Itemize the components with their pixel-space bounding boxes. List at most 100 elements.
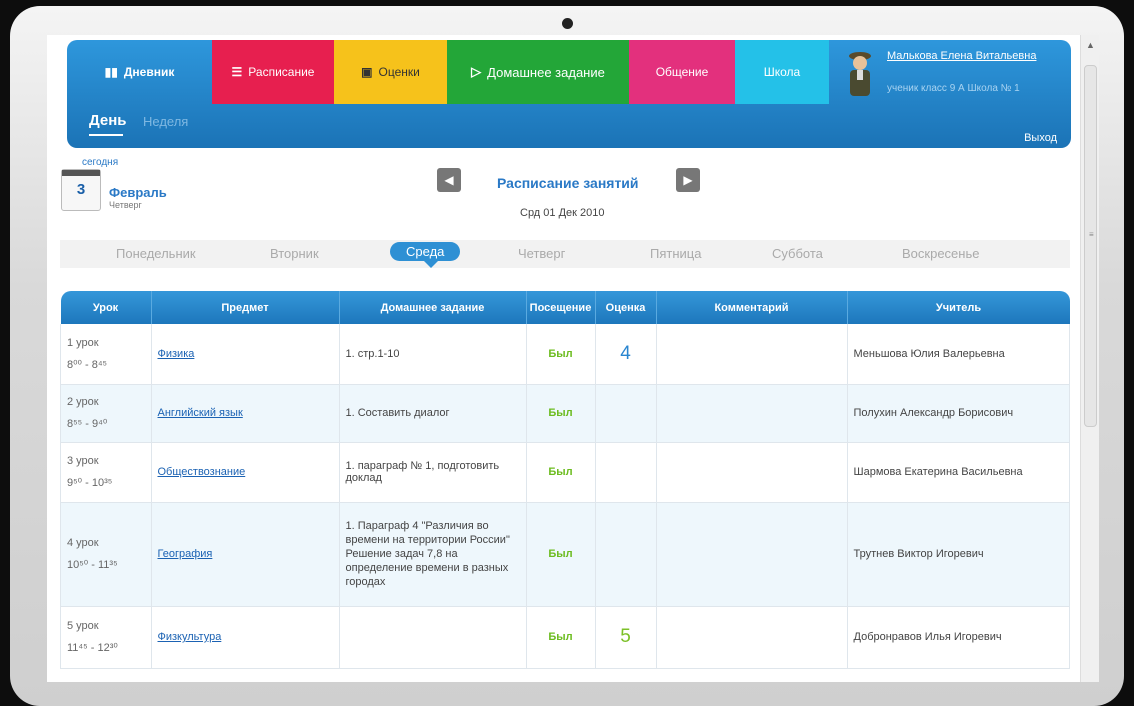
tab-sunday[interactable]: Воскресенье [902, 246, 979, 261]
grade-cell [594, 502, 657, 607]
calendar-month: Февраль [109, 185, 167, 200]
camera-icon [562, 18, 573, 29]
grades-icon: ▣ [361, 65, 373, 79]
user-info: ученик класс 9 А Школа № 1 [887, 83, 1020, 94]
comment-cell [655, 442, 848, 503]
subject-link[interactable]: Обществознание [158, 466, 246, 478]
lesson-cell: 1 урок 8⁰⁰ - 8⁴⁵ [60, 324, 152, 385]
subject-link[interactable]: География [158, 548, 213, 560]
tab-diary[interactable]: ▮▮ Дневник [67, 40, 212, 104]
today-link[interactable]: сегодня [82, 157, 118, 168]
teacher-cell: Добронравов Илья Игоревич [846, 606, 1070, 669]
tab-grades[interactable]: ▣ Оценки [334, 40, 447, 104]
schedule-date: Срд 01 Дек 2010 [520, 207, 605, 219]
homework-icon: ▷ [471, 64, 482, 79]
subject-cell: География [150, 502, 340, 607]
lesson-time: 10⁵⁰ - 11³⁵ [67, 559, 118, 571]
lesson-number: 3 урок [67, 455, 99, 467]
tab-communication[interactable]: Общение [629, 40, 735, 104]
tab-school[interactable]: Школа [735, 40, 829, 104]
col-header-homework: Домашнее задание [339, 291, 527, 324]
calendar-weekday: Четверг [109, 200, 142, 210]
subject-link[interactable]: Английский язык [158, 407, 243, 419]
next-arrow-icon[interactable]: ▶ [676, 168, 700, 192]
scroll-grip-icon: ≡ [1089, 230, 1094, 239]
subject-cell: Физика [150, 324, 340, 385]
tab-tuesday[interactable]: Вторник [270, 246, 319, 261]
lesson-cell: 3 урок 9⁵⁰ - 10³⁵ [60, 442, 152, 503]
grade-cell: 5 [594, 606, 657, 669]
lesson-cell: 2 урок 8⁵⁵ - 9⁴⁰ [60, 384, 152, 443]
teacher-cell: Трутнев Виктор Игоревич [846, 502, 1070, 607]
screen: ▮▮ Дневник ☰ Расписание ▣ Оценки ▷ Домаш… [47, 35, 1087, 682]
comment-cell [655, 324, 848, 385]
teacher-cell: Меньшова Юлия Валерьевна [846, 324, 1070, 385]
table-row: 5 урок 11⁴⁵ - 12³⁰ Физкультура Был 5 Доб… [60, 606, 1070, 669]
col-header-teacher: Учитель [847, 291, 1070, 324]
book-icon: ▮▮ [104, 65, 118, 79]
exit-link[interactable]: Выход [1024, 132, 1057, 144]
tab-label: Общение [655, 65, 709, 79]
col-header-comment: Комментарий [656, 291, 848, 324]
col-header-attendance: Посещение [526, 291, 596, 324]
table-row: 2 урок 8⁵⁵ - 9⁴⁰ Английский язык 1. Сост… [60, 384, 1070, 443]
comment-cell [655, 606, 848, 669]
lesson-cell: 5 урок 11⁴⁵ - 12³⁰ [60, 606, 152, 669]
user-name-link[interactable]: Малькова Елена Витальевна [887, 50, 1036, 62]
vertical-scrollbar[interactable]: ▲ ≡ [1080, 35, 1099, 682]
scroll-up-icon[interactable]: ▲ [1086, 40, 1095, 50]
tab-saturday[interactable]: Суббота [772, 246, 823, 261]
tab-schedule[interactable]: ☰ Расписание [212, 40, 334, 104]
lesson-number: 4 урок [67, 537, 99, 549]
schedule-table: Урок Предмет Домашнее задание Посещение … [60, 291, 1070, 669]
col-header-subject: Предмет [151, 291, 340, 324]
lesson-number: 2 урок [67, 396, 99, 408]
weekday-tabs: Понедельник Вторник Среда Четверг Пятниц… [60, 240, 1070, 268]
tab-monday[interactable]: Понедельник [116, 246, 196, 261]
calendar-icon[interactable]: 3 [61, 169, 101, 211]
sub-navigation: День Неделя Выход [67, 104, 1071, 148]
tab-label: Домашнее задание [487, 64, 605, 80]
homework-cell [338, 606, 527, 669]
tab-homework[interactable]: ▷ Домашнее задание [447, 40, 629, 104]
col-header-grade: Оценка [595, 291, 657, 324]
subject-link[interactable]: Физика [158, 348, 195, 360]
subject-cell: Физкультура [150, 606, 340, 669]
comment-cell [655, 502, 848, 607]
active-underline [89, 134, 123, 136]
attendance-cell: Был [525, 442, 596, 503]
subject-link[interactable]: Физкультура [158, 631, 222, 643]
subject-cell: Обществознание [150, 442, 340, 503]
attendance-cell: Был [525, 324, 596, 385]
tab-thursday[interactable]: Четверг [518, 246, 565, 261]
tab-label: Расписание [248, 65, 315, 79]
tab-label: Школа [763, 65, 801, 79]
avatar[interactable] [845, 48, 875, 98]
lesson-time: 9⁵⁰ - 10³⁵ [67, 477, 113, 489]
tab-wednesday[interactable]: Среда [390, 242, 461, 261]
lesson-number: 5 урок [67, 620, 99, 632]
calendar-day: 3 [76, 181, 86, 198]
attendance-cell: Был [525, 502, 596, 607]
homework-cell: 1. стр.1-10 [338, 324, 527, 385]
lesson-cell: 4 урок 10⁵⁰ - 11³⁵ [60, 502, 152, 607]
list-icon: ☰ [231, 65, 243, 79]
lesson-number: 1 урок [67, 336, 99, 349]
comment-cell [655, 384, 848, 443]
table-row: 1 урок 8⁰⁰ - 8⁴⁵ Физика 1. стр.1-10 Был … [60, 324, 1070, 385]
teacher-cell: Полухин Александр Борисович [846, 384, 1070, 443]
lesson-time: 8⁰⁰ - 8⁴⁵ [67, 358, 108, 371]
subtab-day[interactable]: День [89, 112, 127, 129]
scrollbar-thumb[interactable] [1084, 65, 1097, 427]
top-navigation: ▮▮ Дневник ☰ Расписание ▣ Оценки ▷ Домаш… [67, 40, 1071, 148]
lesson-time: 8⁵⁵ - 9⁴⁰ [67, 418, 108, 430]
tab-friday[interactable]: Пятница [650, 246, 701, 261]
subject-cell: Английский язык [150, 384, 340, 443]
calendar-icon-top [62, 170, 100, 176]
subtab-week[interactable]: Неделя [143, 114, 188, 129]
grade-cell [594, 384, 657, 443]
grade-cell [594, 442, 657, 503]
attendance-cell: Был [525, 384, 596, 443]
teacher-cell: Шармова Екатерина Васильевна [846, 442, 1070, 503]
prev-arrow-icon[interactable]: ◀ [437, 168, 461, 192]
